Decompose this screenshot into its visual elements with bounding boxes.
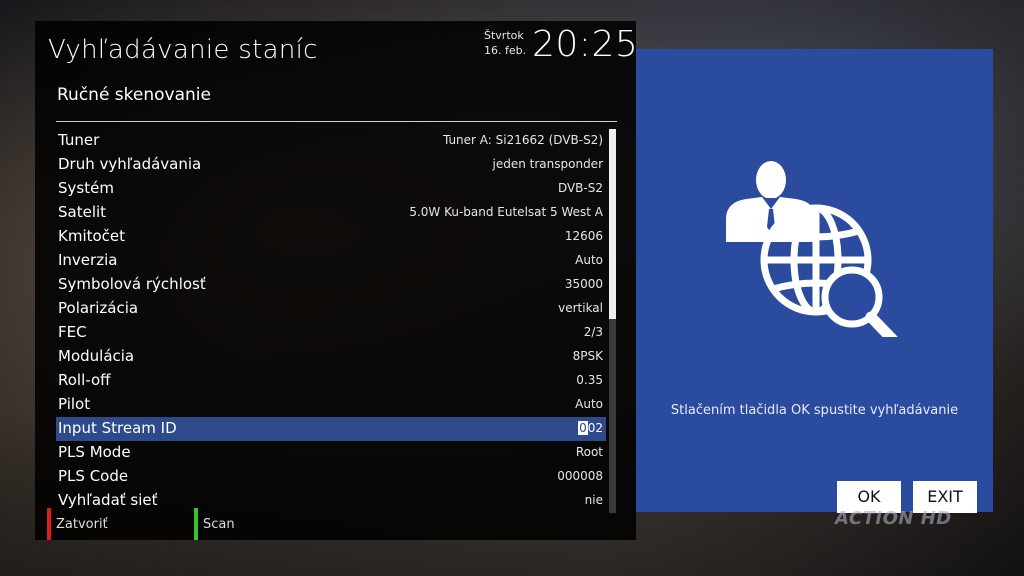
setting-label: Vyhľadať sieť (58, 491, 158, 509)
weekday-label: Štvrtok (484, 29, 524, 42)
setting-label: Systém (58, 179, 114, 197)
setting-label: PLS Mode (58, 443, 131, 461)
setting-value: 000008 (557, 469, 603, 483)
setting-row-pls-code[interactable]: PLS Code 000008 (56, 465, 606, 489)
setting-value: 2/3 (583, 325, 603, 339)
setting-value: 02 (587, 421, 603, 435)
scrollbar[interactable] (609, 129, 616, 513)
setting-value: nie (584, 493, 603, 507)
page-title: Vyhľadávanie staníc (48, 35, 318, 65)
setting-row-system[interactable]: Systém DVB-S2 (56, 177, 606, 201)
clock: 20:25 (532, 24, 639, 65)
setting-row-polarization[interactable]: Polarizácia vertikal (56, 297, 606, 321)
setting-row-satellite[interactable]: Satelit 5.0W Ku-band Eutelsat 5 West A (56, 201, 606, 225)
info-instruction: Stlačením tlačidla OK spustite vyhľadáva… (670, 403, 959, 418)
setting-row-pls-mode[interactable]: PLS Mode Root (56, 441, 606, 465)
setting-label: Roll-off (58, 371, 111, 389)
setting-value: Auto (575, 397, 603, 411)
setting-value: 5.0W Ku-band Eutelsat 5 West A (409, 205, 603, 219)
setting-label: Input Stream ID (58, 419, 177, 437)
date-label: 16. feb. (484, 44, 527, 57)
setting-value: DVB-S2 (557, 181, 603, 195)
text-cursor: 0 (578, 421, 588, 435)
settings-list: Tuner Tuner A: Si21662 (DVB-S2) Druh vyh… (56, 129, 606, 513)
green-key-indicator (194, 508, 198, 540)
red-key-label: Zatvoriť (56, 517, 108, 532)
red-key-indicator (47, 508, 51, 540)
setting-row-inversion[interactable]: Inverzia Auto (56, 249, 606, 273)
setting-value: jeden transponder (492, 157, 603, 171)
person-globe-search-icon (726, 161, 898, 337)
section-subtitle: Ručné skenovanie (57, 85, 211, 105)
channel-logo: ACTION HD (835, 508, 952, 529)
green-key-label: Scan (203, 517, 235, 532)
setting-value: 8PSK (572, 349, 603, 363)
setting-label: Tuner (58, 131, 100, 149)
setting-row-input-stream-id[interactable]: Input Stream ID 002 (56, 417, 606, 441)
setting-label: Satelit (58, 203, 107, 221)
setting-value: vertikal (558, 301, 603, 315)
scrollbar-thumb[interactable] (609, 129, 616, 319)
scan-menu-panel: Vyhľadávanie staníc Štvrtok 16. feb. 20:… (35, 21, 639, 540)
setting-row-tuner[interactable]: Tuner Tuner A: Si21662 (DVB-S2) (56, 129, 606, 153)
setting-row-network-search[interactable]: Vyhľadať sieť nie (56, 489, 606, 513)
setting-row-scan-type[interactable]: Druh vyhľadávania jeden transponder (56, 153, 606, 177)
setting-value: Auto (575, 253, 603, 267)
setting-label: Druh vyhľadávania (58, 155, 202, 173)
setting-row-fec[interactable]: FEC 2/3 (56, 321, 606, 345)
setting-label: FEC (58, 323, 87, 341)
setting-row-frequency[interactable]: Kmitočet 12606 (56, 225, 606, 249)
setting-label: Modulácia (58, 347, 135, 365)
setting-row-pilot[interactable]: Pilot Auto (56, 393, 606, 417)
setting-label: Polarizácia (58, 299, 139, 317)
setting-value: Root (575, 445, 603, 459)
setting-row-symbol-rate[interactable]: Symbolová rýchlosť 35000 (56, 273, 606, 297)
setting-label: PLS Code (58, 467, 129, 485)
setting-row-rolloff[interactable]: Roll-off 0.35 (56, 369, 606, 393)
setting-value: 0.35 (576, 373, 603, 387)
divider (56, 121, 617, 122)
info-panel: Stlačením tlačidla OK spustite vyhľadáva… (636, 49, 993, 512)
setting-value: Tuner A: Si21662 (DVB-S2) (442, 133, 603, 147)
setting-label: Kmitočet (58, 227, 126, 245)
setting-value: 12606 (564, 229, 603, 243)
setting-row-modulation[interactable]: Modulácia 8PSK (56, 345, 606, 369)
input-stream-id-field[interactable]: 002 (578, 421, 603, 435)
setting-label: Inverzia (58, 251, 118, 269)
setting-value: 35000 (564, 277, 603, 291)
setting-label: Pilot (58, 395, 91, 413)
setting-label: Symbolová rýchlosť (58, 275, 206, 293)
date-display: Štvrtok 16. feb. (484, 28, 526, 58)
